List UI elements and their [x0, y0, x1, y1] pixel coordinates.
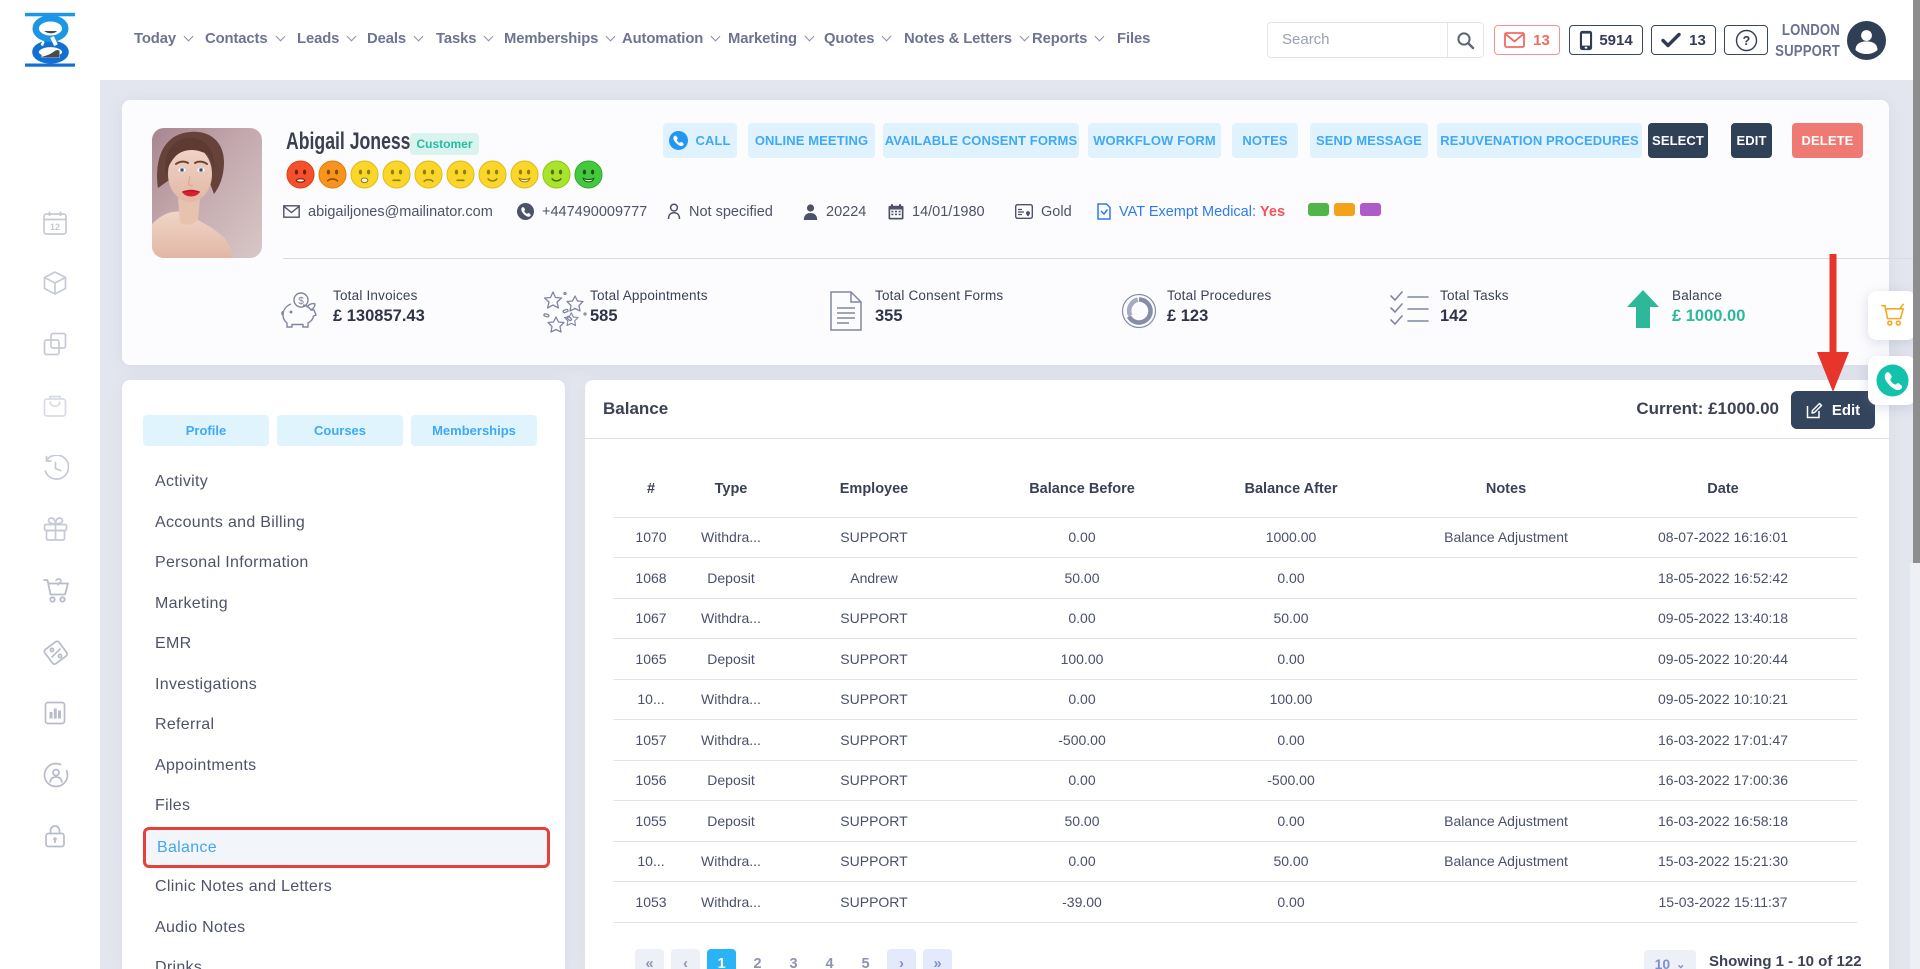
svg-text:12: 12 — [50, 222, 60, 232]
